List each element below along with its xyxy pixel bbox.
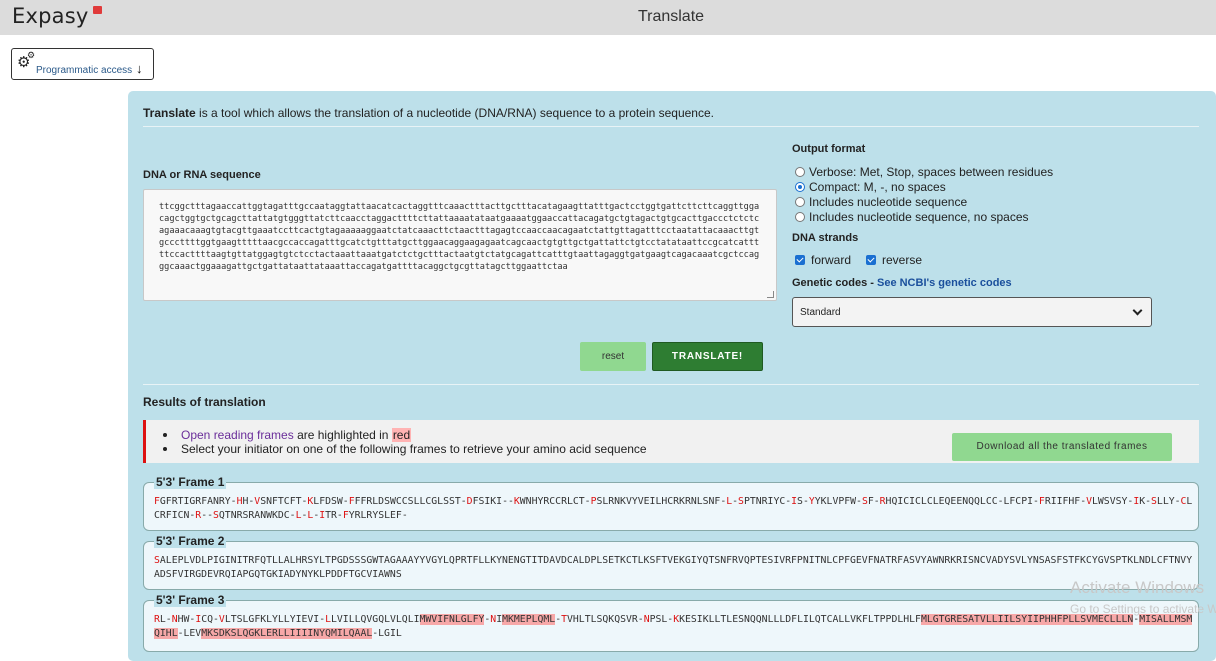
arrow-down-icon: ↓: [136, 61, 143, 76]
small-gear-icon: ⚙: [27, 50, 36, 60]
reverse-checkbox[interactable]: reverse: [866, 253, 922, 267]
ncbi-genetic-codes-link[interactable]: See NCBI's genetic codes: [877, 277, 1012, 289]
output-option-nucleotide-nospace[interactable]: Includes nucleotide sequence, no spaces: [795, 210, 1029, 224]
frame-3-sequence[interactable]: RL-NHW-ICQ-VLTSLGFKLYLLYIEVI-LLVILLQVGQL…: [154, 613, 1194, 641]
top-bar: Expasy Translate: [0, 0, 1216, 35]
frame-title: 5'3' Frame 2: [154, 534, 227, 548]
resize-handle-icon[interactable]: [767, 291, 774, 298]
output-option-nucleotide[interactable]: Includes nucleotide sequence: [795, 195, 967, 209]
notice-orf: Open reading frames are highlighted in r…: [163, 428, 647, 442]
output-format-title: Output format: [792, 143, 866, 155]
checkbox-checked-icon[interactable]: [866, 255, 876, 265]
divider: [143, 384, 1199, 385]
programmatic-access-button[interactable]: ⚙ ⚙ Programmatic access ↓: [11, 48, 154, 80]
page-title: Translate: [637, 8, 705, 25]
frame-title: 5'3' Frame 3: [154, 593, 227, 607]
checkbox-checked-icon[interactable]: [795, 255, 805, 265]
frame-1-sequence[interactable]: FGFRTIGRFANRY-HH-VSNFTCFT-KLFDSW-FFFRLDS…: [154, 495, 1194, 523]
results-notice: Open reading frames are highlighted in r…: [143, 420, 1199, 463]
frame-box: 5'3' Frame 2 SALEPLVDLPIGINITRFQTLLALHRS…: [143, 534, 1199, 590]
windows-watermark: Activate Windows: [1070, 578, 1205, 597]
radio-icon[interactable]: [795, 197, 805, 207]
download-frames-button[interactable]: Download all the translated frames: [952, 433, 1172, 461]
translate-panel: Translate is a tool which allows the tra…: [128, 91, 1216, 661]
sequence-input[interactable]: ttcggctttagaaccattggtagatttgccaataggtatt…: [143, 189, 777, 301]
genetic-code-select[interactable]: Standard: [792, 297, 1152, 327]
frame-box: 5'3' Frame 1 FGFRTIGRFANRY-HH-VSNFTCFT-K…: [143, 475, 1199, 531]
output-option-compact[interactable]: Compact: M, -, no spaces: [795, 180, 946, 194]
radio-icon[interactable]: [795, 167, 805, 177]
frame-box: 5'3' Frame 3 RL-NHW-ICQ-VLTSLGFKLYLLYIEV…: [143, 593, 1199, 652]
translate-button[interactable]: TRANSLATE!: [652, 342, 763, 371]
dna-strands-title: DNA strands: [792, 232, 859, 244]
programmatic-access-label: Programmatic access: [36, 65, 133, 76]
notice-select-initiator: Select your initiator on one of the foll…: [163, 442, 647, 456]
genetic-codes-title: Genetic codes - See NCBI's genetic codes: [792, 277, 1012, 289]
radio-icon[interactable]: [795, 212, 805, 222]
windows-watermark-sub: Go to Settings to activate Windows.: [1070, 602, 1216, 616]
results-title: Results of translation: [143, 395, 266, 409]
orf-link[interactable]: Open reading frames: [181, 428, 294, 442]
sequence-label: DNA or RNA sequence: [143, 169, 261, 181]
radio-selected-icon[interactable]: [795, 182, 805, 192]
frame-title: 5'3' Frame 1: [154, 475, 227, 489]
reset-button[interactable]: reset: [580, 342, 646, 371]
chevron-down-icon: [1132, 305, 1143, 316]
divider: [143, 126, 1199, 127]
frame-2-sequence[interactable]: SALEPLVDLPIGINITRFQTLLALHRSYLTPGDSSSGWTA…: [154, 554, 1194, 582]
output-option-verbose[interactable]: Verbose: Met, Stop, spaces between resid…: [795, 165, 1053, 179]
forward-checkbox[interactable]: forward: [795, 253, 851, 267]
intro-text: Translate is a tool which allows the tra…: [143, 106, 714, 120]
